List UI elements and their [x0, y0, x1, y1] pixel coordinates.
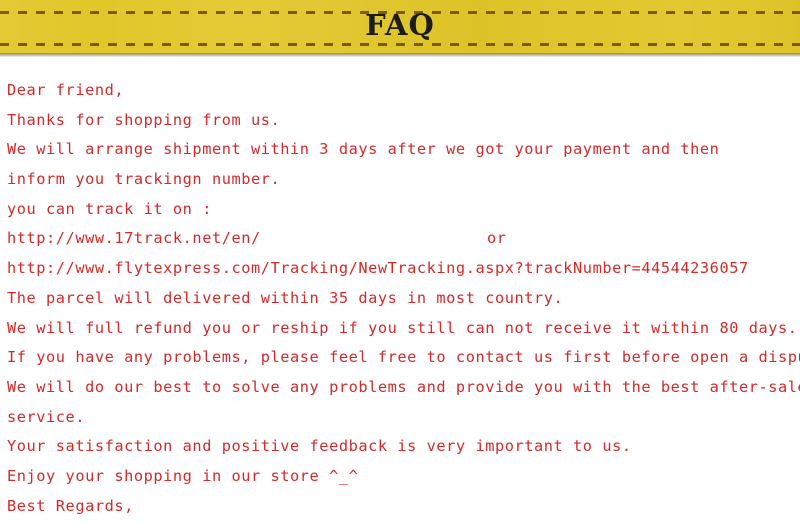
faq-text-line: Your satisfaction and positive feedback …	[7, 437, 632, 456]
faq-text-line: service.	[7, 407, 86, 426]
faq-line-trailing-text: or	[487, 229, 507, 248]
faq-text-line: We will arrange shipment within 3 days a…	[7, 140, 720, 159]
faq-body-text: Dear friend, Thanks for shopping from us.…	[0, 76, 800, 521]
faq-text-line: Enjoy your shopping in our store ^_^	[7, 466, 359, 485]
page-title: FAQ	[365, 8, 435, 42]
faq-text-line: The parcel will delivered within 35 days…	[7, 288, 564, 307]
faq-text-line: Thanks for shopping from us.	[7, 110, 281, 129]
faq-text-line: you can track it on :	[7, 199, 212, 218]
faq-text-line: Dear friend,	[7, 81, 125, 99]
faq-text-line: http://www.flytexpress.com/Tracking/NewT…	[7, 259, 749, 278]
faq-text-line: inform you trackingn number.	[7, 170, 281, 189]
faq-text-line: If you have any problems, please feel fr…	[7, 348, 800, 367]
faq-text-line: Best Regards,	[7, 496, 134, 515]
faq-text-line: http://www.17track.net/en/or	[0, 224, 800, 254]
faq-text-line: We will full refund you or reship if you…	[7, 318, 798, 337]
faq-text-line: We will do our best to solve any problem…	[7, 377, 800, 396]
faq-banner: FAQ	[0, 0, 800, 53]
banner-spacer	[0, 57, 800, 76]
